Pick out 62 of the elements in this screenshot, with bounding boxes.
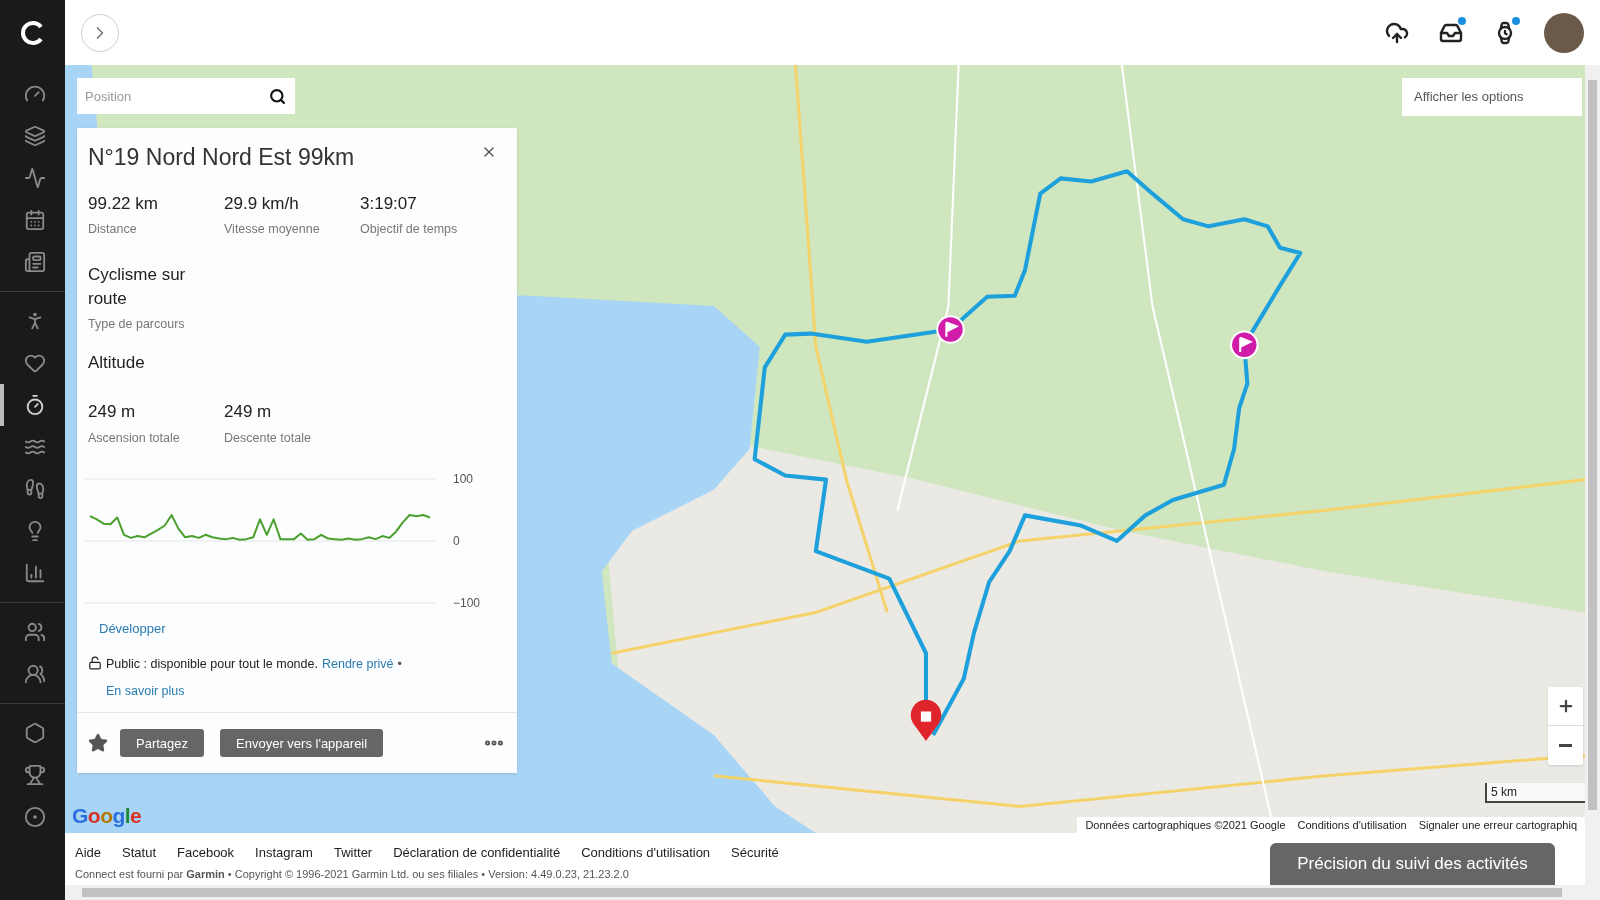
unlock-icon: [88, 655, 102, 670]
footer-link[interactable]: Facebook: [177, 843, 235, 863]
cloud-upload-icon: [1385, 20, 1409, 45]
footer-link[interactable]: Déclaration de confidentialité: [393, 843, 561, 863]
separator: •: [397, 655, 402, 673]
vertical-scrollbar[interactable]: [1585, 65, 1600, 885]
privacy-text: Public : disponible pour tout le monde.: [106, 655, 318, 673]
footer-link[interactable]: Twitter: [333, 843, 373, 863]
activity-icon: [23, 167, 46, 189]
stat-value: 99.22 km: [88, 192, 159, 215]
stat-value: 249 m: [224, 401, 273, 423]
learn-more-link[interactable]: En savoir plus: [106, 681, 485, 701]
search-icon: [268, 87, 286, 105]
altitude-heading: Altitude: [87, 351, 146, 374]
axis-tick-label: 0: [453, 534, 460, 549]
calendar-icon: [23, 209, 46, 231]
target-icon: [23, 806, 46, 828]
footer-link[interactable]: Aide: [75, 843, 102, 863]
course-type-label: Type de parcours: [88, 315, 186, 333]
footer-link[interactable]: Sécurité: [731, 843, 779, 863]
expand-link[interactable]: Développer: [99, 619, 166, 639]
hexagon-icon: [23, 722, 46, 744]
map-footer-link[interactable]: Conditions d'utilisation: [1297, 816, 1407, 833]
group-icon: [23, 663, 46, 685]
make-private-link[interactable]: Rendre privé: [321, 654, 394, 674]
google-logo: Google: [72, 802, 142, 829]
axis-tick-label: −100: [453, 596, 481, 611]
copyright-text: Connect est fourni par Garmin • Copyright © 1996-2021 Garmin Ltd. ou ses filiales • Version: 4.49.0.23, 21.23.2.0: [75, 866, 630, 882]
footer-link[interactable]: Conditions d'utilisation: [581, 843, 711, 863]
search-button[interactable]: [259, 78, 295, 114]
layers-icon: [23, 125, 46, 147]
minus-icon: [1559, 744, 1572, 747]
stat-value: 3:19:07: [360, 192, 418, 215]
footer-link[interactable]: Instagram: [255, 843, 313, 863]
course-title: N°19 Nord Nord Est 99km: [88, 143, 355, 172]
stat-value: 249 m: [88, 401, 137, 423]
options-button[interactable]: Afficher les options: [1402, 78, 1582, 116]
footprints-icon: [23, 478, 46, 500]
map-data-credit: Données cartographiques ©2021 Google: [1085, 817, 1286, 833]
trophy-icon: [23, 764, 46, 786]
horizontal-scrollbar[interactable]: [65, 885, 1600, 900]
stat-label: Ascension totale: [88, 429, 181, 447]
news-icon: [23, 251, 46, 273]
scale-bar: 5 km: [1485, 783, 1585, 803]
heart-icon: [23, 352, 46, 374]
bar-chart-icon: [23, 562, 46, 584]
stat-value: 29.9 km/h: [224, 192, 300, 215]
stat-label: Distance: [88, 221, 138, 238]
feedback-button[interactable]: Précision du suivi des activités: [1270, 843, 1555, 885]
stat-label: Vitesse moyenne: [224, 221, 321, 238]
avatar[interactable]: [1544, 12, 1584, 53]
map-footer-link[interactable]: Signaler une erreur cartographiq: [1418, 816, 1577, 833]
position-search-field[interactable]: Position: [77, 78, 259, 114]
stat-label: Objectif de temps: [360, 221, 459, 238]
star-icon[interactable]: [88, 733, 108, 754]
footer-link[interactable]: Statut: [122, 843, 156, 863]
people-icon: [23, 621, 46, 643]
stat-label: Descente totale: [224, 429, 312, 447]
send-to-device-button[interactable]: Envoyer vers l'appareil: [220, 729, 384, 758]
share-button[interactable]: Partagez: [120, 729, 205, 758]
axis-tick-label: 100: [453, 472, 474, 487]
course-type-value: Cyclisme sur route: [88, 263, 187, 310]
